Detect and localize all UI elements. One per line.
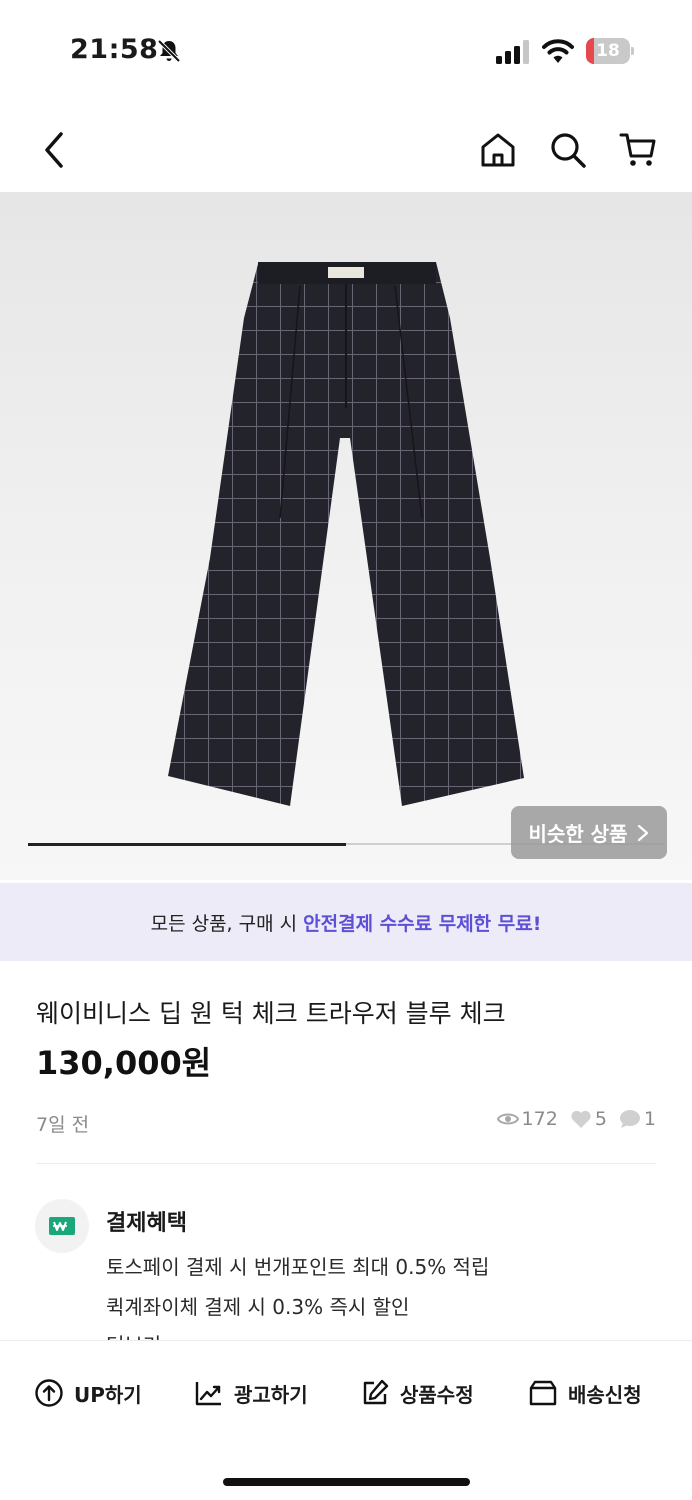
box-icon xyxy=(529,1380,557,1406)
product-title: 웨이비니스 딥 원 턱 체크 트라우저 블루 체크 xyxy=(36,999,506,1028)
advertise-label: 광고하기 xyxy=(234,1382,308,1407)
chevron-right-icon xyxy=(638,824,649,841)
back-button[interactable] xyxy=(30,126,78,174)
benefit-title: 결제혜택 xyxy=(106,1211,187,1236)
comments-count: 1 xyxy=(643,1108,656,1130)
likes-count: 5 xyxy=(594,1108,607,1130)
status-bar: 21:58 18 xyxy=(0,0,692,100)
views-count: 172 xyxy=(521,1108,558,1130)
battery-indicator: 18 xyxy=(586,38,634,64)
views-stat: 172 xyxy=(496,1108,558,1130)
heart-icon xyxy=(571,1110,591,1128)
chat-bubble-icon xyxy=(619,1110,640,1128)
shipping-request-label: 배송신청 xyxy=(568,1382,642,1407)
bottom-action-bar: UP하기 광고하기 상품수정 배송신청 xyxy=(0,1340,692,1500)
benefit-line: 퀵계좌이체 결제 시 0.3% 즉시 할인 xyxy=(106,1295,410,1319)
comments-stat: 1 xyxy=(619,1108,656,1130)
top-nav-bar xyxy=(0,108,692,192)
promo-text: 모든 상품, 구매 시 xyxy=(150,912,298,935)
edit-icon xyxy=(363,1379,389,1405)
promo-banner[interactable]: 모든 상품, 구매 시 안전결제 수수료 무제한 무료! xyxy=(0,883,692,961)
back-icon xyxy=(45,132,63,168)
up-circle-icon xyxy=(35,1379,63,1407)
similar-products-label: 비슷한 상품 xyxy=(528,822,628,846)
won-payment-icon xyxy=(49,1217,75,1235)
similar-products-button[interactable]: 비슷한 상품 xyxy=(511,806,667,859)
cart-icon xyxy=(619,133,656,166)
payment-benefit-badge xyxy=(35,1199,89,1253)
up-label: UP하기 xyxy=(74,1382,142,1407)
home-button[interactable] xyxy=(474,126,522,174)
likes-stat: 5 xyxy=(570,1108,607,1130)
eye-icon xyxy=(496,1113,519,1125)
cart-button[interactable] xyxy=(614,126,662,174)
status-time: 21:58 xyxy=(70,34,159,65)
benefit-line: 토스페이 결제 시 번개포인트 최대 0.5% 적립 xyxy=(106,1255,490,1279)
search-button[interactable] xyxy=(544,126,592,174)
product-stats: 172 5 1 xyxy=(496,1108,656,1130)
product-image-gallery[interactable]: 비슷한 상품 xyxy=(0,192,692,880)
wifi-icon xyxy=(542,39,574,63)
home-indicator[interactable] xyxy=(223,1478,470,1486)
product-price: 130,000원 xyxy=(36,1044,212,1082)
shipping-request-button[interactable]: 배송신청 xyxy=(528,1377,642,1409)
edit-product-label: 상품수정 xyxy=(400,1382,474,1407)
trend-chart-icon xyxy=(195,1382,221,1406)
bell-muted-icon xyxy=(157,39,181,63)
battery-percent: 18 xyxy=(596,41,620,61)
search-icon xyxy=(551,133,586,168)
promo-highlight: 안전결제 수수료 무제한 무료! xyxy=(303,912,542,935)
up-button[interactable]: UP하기 xyxy=(34,1377,142,1409)
product-photo-trousers xyxy=(168,262,524,806)
edit-product-button[interactable]: 상품수정 xyxy=(360,1377,474,1409)
advertise-button[interactable]: 광고하기 xyxy=(194,1377,308,1409)
cellular-signal-icon xyxy=(496,40,529,64)
home-icon xyxy=(481,133,515,167)
divider xyxy=(36,1163,656,1164)
posted-time: 7일 전 xyxy=(36,1114,90,1136)
